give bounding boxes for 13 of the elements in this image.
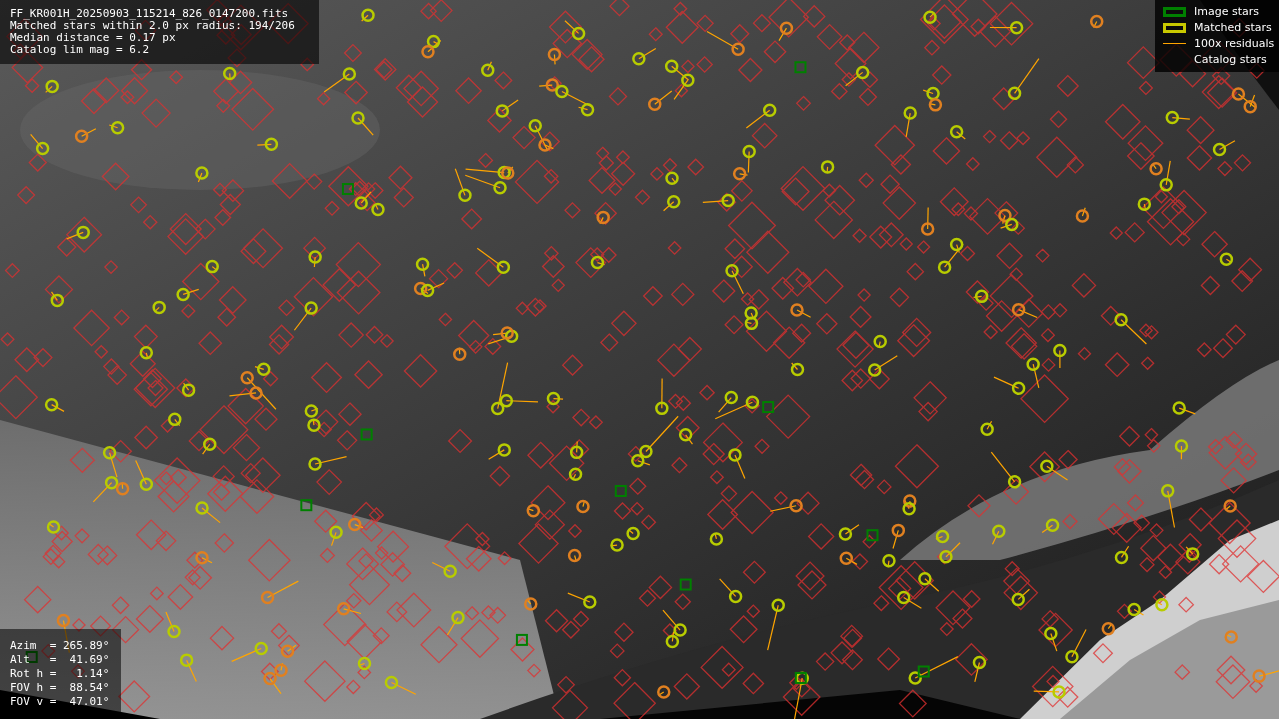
pointing-text: Alt = 41.69° bbox=[10, 653, 111, 667]
pointing-text: Azim = 265.89° bbox=[10, 639, 111, 653]
info-text: Median distance = 0.17 px bbox=[10, 32, 177, 44]
info-text: Matched stars within 2.0 px radius: 194/206 bbox=[10, 20, 296, 32]
pointing-text: Rot h = 1.14° bbox=[10, 667, 111, 681]
pointing-text: FOV v = 47.01° bbox=[10, 695, 111, 709]
info-text: FF_KR001H_20250903_115214_826_0147200.fits bbox=[10, 8, 290, 20]
legend-label: 100x residuals bbox=[1194, 35, 1275, 52]
info-text: Catalog lim mag = 6.2 bbox=[10, 44, 151, 56]
legend-label: Matched stars bbox=[1194, 19, 1272, 36]
legend-label: Image stars bbox=[1194, 3, 1259, 20]
pointing-text: FOV h = 88.54° bbox=[10, 681, 111, 695]
legend-label: Catalog stars bbox=[1194, 51, 1267, 68]
